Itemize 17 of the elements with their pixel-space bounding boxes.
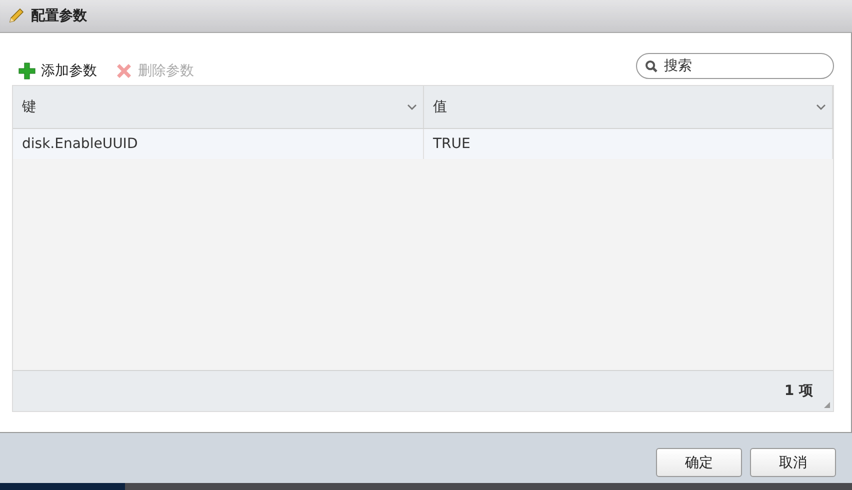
table-cell: TRUE xyxy=(433,136,470,152)
column-header[interactable]: 键 xyxy=(13,86,424,128)
pencil-icon xyxy=(7,7,25,25)
table-cell: disk.EnableUUID xyxy=(22,136,138,152)
search-field[interactable]: 搜索 xyxy=(636,53,834,79)
resize-grip-icon[interactable] xyxy=(824,402,830,408)
close-icon xyxy=(115,62,133,80)
chevron-down-icon[interactable] xyxy=(407,104,417,110)
chevron-down-icon[interactable] xyxy=(816,104,826,110)
window-title: 配置参数 xyxy=(31,7,87,25)
search-icon xyxy=(645,60,658,73)
plus-icon xyxy=(18,62,36,80)
column-header[interactable]: 值 xyxy=(424,86,833,128)
add-button[interactable]: 添加参数 xyxy=(12,62,103,80)
cancel-button[interactable]: 取消 xyxy=(750,448,836,477)
ok-button[interactable]: 确定 xyxy=(656,448,742,477)
item-count: 1 项 xyxy=(784,382,813,400)
